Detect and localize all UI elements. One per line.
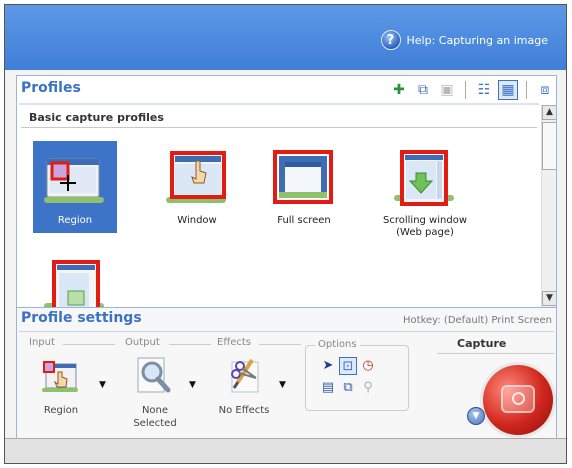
status-bar <box>5 438 566 463</box>
preview-option[interactable]: ⊡ <box>339 357 357 375</box>
plus-icon: ✚ <box>393 82 405 98</box>
scissors-brush-icon <box>231 358 259 393</box>
header-bar: ? Help: Capturing an image <box>5 5 566 70</box>
help-link[interactable]: ? Help: Capturing an image <box>380 30 548 50</box>
share-icon: ⚲ <box>363 380 373 395</box>
profiles-scrollbar[interactable]: ▲ ▼ <box>541 105 556 307</box>
multi-area-icon: ▤ <box>321 380 335 395</box>
window-capture-icon <box>166 149 228 207</box>
thumbnail-view-button[interactable]: ▦ <box>498 80 518 100</box>
copy-icon: ⧉ <box>418 82 428 98</box>
capture-options-button[interactable]: ▼ <box>467 407 485 425</box>
profile-item-partial[interactable] <box>33 251 117 307</box>
effects-heading-rule <box>259 344 301 345</box>
profiles-title: Profiles <box>21 80 81 96</box>
app-window: ? Help: Capturing an image Profiles ✚ ⧉ … <box>4 4 567 464</box>
profile-label: Window <box>177 215 217 226</box>
details-view-button[interactable]: ☷ <box>474 80 494 100</box>
scroll-up-button[interactable]: ▲ <box>542 105 556 120</box>
manage-profiles-button[interactable]: ⧈ <box>535 80 555 100</box>
profile-group-header: Basic capture profiles <box>29 111 164 124</box>
title-divider <box>19 103 539 105</box>
multiple-area-option[interactable]: ▤ <box>319 379 337 397</box>
help-icon: ? <box>380 30 401 50</box>
preview-icon: ⊡ <box>342 359 354 374</box>
output-button[interactable] <box>134 356 174 396</box>
scrolling-window-icon <box>394 149 456 207</box>
output-dropdown-arrow[interactable]: ▼ <box>189 380 196 390</box>
disk-icon: ▣ <box>440 82 454 98</box>
toolbar-separator <box>526 81 527 99</box>
input-heading: Input <box>29 337 55 348</box>
pointer-option[interactable]: ➤ <box>319 357 337 375</box>
profile-settings-panel: Profile settings Hotkey: (Default) Print… <box>16 308 557 439</box>
input-value: Region <box>43 405 79 416</box>
effects-button[interactable] <box>226 356 266 396</box>
duplicate-profile-button[interactable]: ⧉ <box>413 80 433 100</box>
magnifier-icon <box>137 357 171 393</box>
chevron-down-icon: ▼ <box>472 411 480 421</box>
options-heading: Options <box>315 339 360 350</box>
effects-value: No Effects <box>218 405 270 416</box>
options-group <box>305 345 409 411</box>
chevron-up-icon: ▲ <box>546 107 553 117</box>
partial-profile-icon <box>44 259 106 307</box>
chevron-down-icon: ▼ <box>546 293 553 303</box>
profile-item-window[interactable]: Window <box>155 141 239 233</box>
save-profile-button[interactable]: ▣ <box>437 80 457 100</box>
camera-icon <box>501 385 535 413</box>
effects-heading: Effects <box>217 337 251 348</box>
copy-clipboard-option[interactable]: ⧉ <box>339 379 357 397</box>
region-capture-icon <box>44 149 106 207</box>
clipboard-icon: ⧉ <box>343 380 353 395</box>
timer-icon: ◷ <box>362 358 374 373</box>
input-heading-rule <box>63 344 115 345</box>
settings-grid-icon: ⧈ <box>540 82 550 98</box>
profile-label: Full screen <box>277 215 331 226</box>
profile-item-full-screen[interactable]: Full screen <box>262 141 346 233</box>
output-value: None Selected <box>133 405 177 429</box>
profile-item-region[interactable]: Region <box>33 141 117 233</box>
share-option[interactable]: ⚲ <box>359 379 377 397</box>
add-profile-button[interactable]: ✚ <box>389 80 409 100</box>
hotkey-label: Hotkey: (Default) Print Screen <box>403 315 552 326</box>
profiles-panel: Profiles ✚ ⧉ ▣ ☷ ▦ ⧈ Basic capture profi… <box>16 75 557 308</box>
profile-item-scrolling-window[interactable]: Scrolling window (Web page) <box>377 141 473 238</box>
scroll-down-button[interactable]: ▼ <box>542 291 556 306</box>
capture-heading: Capture <box>457 337 507 350</box>
profile-label: Scrolling window (Web page) <box>383 215 467 238</box>
region-input-icon <box>42 361 78 392</box>
profiles-toolbar: ✚ ⧉ ▣ ☷ ▦ ⧈ <box>385 79 555 101</box>
list-view-icon: ☷ <box>477 82 491 98</box>
help-text: Help: Capturing an image <box>406 33 548 47</box>
timer-option[interactable]: ◷ <box>359 357 377 375</box>
output-heading-rule <box>169 344 211 345</box>
profile-label: Region <box>57 215 93 226</box>
input-button[interactable] <box>42 356 82 396</box>
fullscreen-capture-icon <box>273 149 335 207</box>
input-dropdown-arrow[interactable]: ▼ <box>99 380 106 390</box>
settings-title: Profile settings <box>21 310 142 326</box>
capture-button[interactable] <box>483 365 553 435</box>
tile-view-icon: ▦ <box>501 82 515 98</box>
toolbar-separator <box>465 81 466 99</box>
effects-dropdown-arrow[interactable]: ▼ <box>279 380 286 390</box>
cursor-icon: ➤ <box>322 358 334 373</box>
camera-lens <box>512 392 525 405</box>
settings-divider <box>19 331 554 332</box>
output-heading: Output <box>125 337 160 348</box>
scroll-thumb[interactable] <box>542 122 556 170</box>
capture-heading-rule <box>437 353 555 354</box>
group-divider <box>21 127 537 128</box>
